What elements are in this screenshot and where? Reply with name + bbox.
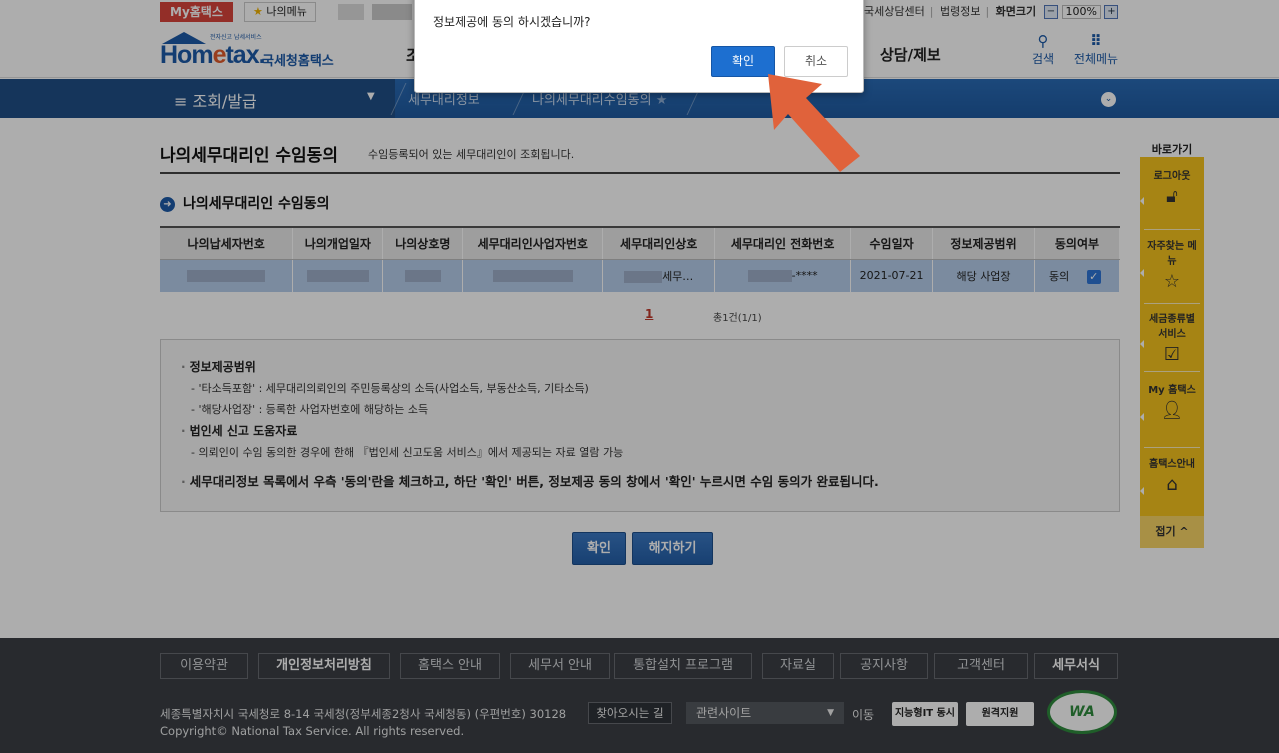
modal-backdrop (0, 0, 1279, 753)
hometax-page: My홈택스 ★ 나의메뉴 국세상담센터 | 법령정보 | 화면크기 − 100% +… (0, 0, 1279, 753)
pointer-arrow-icon (768, 74, 860, 172)
dialog-message: 정보제공에 동의 하시겠습니까? (433, 15, 591, 29)
